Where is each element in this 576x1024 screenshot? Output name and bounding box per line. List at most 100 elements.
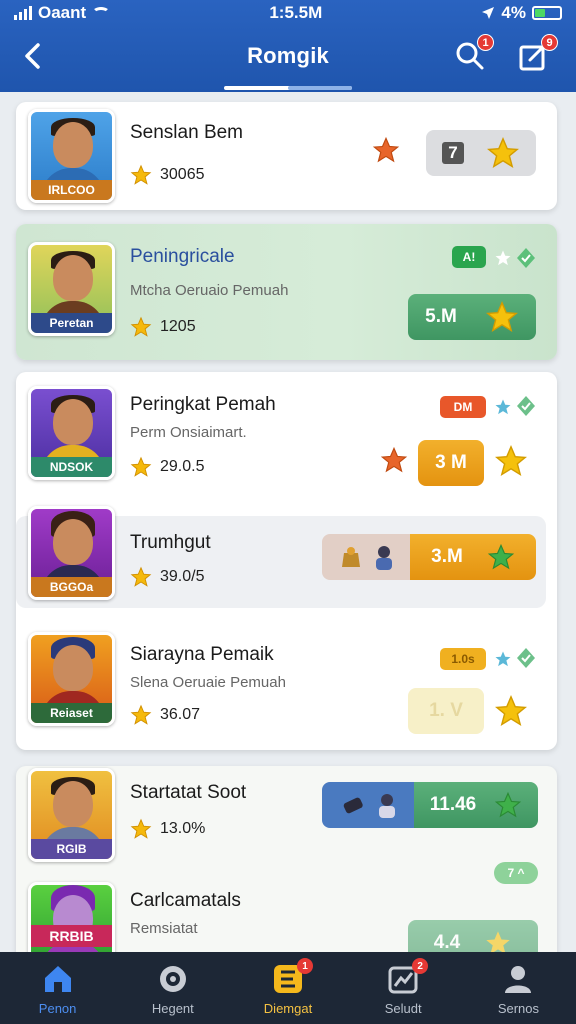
search-button[interactable]: 1 — [452, 34, 494, 74]
nav-badge: 1 — [297, 958, 313, 974]
star-icon — [495, 695, 527, 726]
score-value: 1. V — [429, 700, 463, 721]
score-button[interactable]: 5.M — [408, 294, 536, 340]
shield-icon — [517, 648, 535, 668]
score-value: 4.4 — [433, 932, 461, 952]
nav-badge: 2 — [412, 958, 429, 974]
score-value: 7 — [442, 142, 464, 164]
wifi-icon — [92, 7, 111, 19]
avatar: RGIB — [28, 768, 115, 862]
score-button[interactable]: 11.46 — [414, 782, 538, 828]
rank-tag: 1.0s — [440, 648, 486, 670]
ranking-group: NDSOK Peringkat Pemah Perm Onsiaimart. 2… — [16, 372, 557, 750]
carrier-label: Oaant — [38, 3, 87, 22]
shield-icon — [517, 248, 535, 268]
home-icon — [44, 966, 71, 992]
star-icon — [495, 445, 527, 476]
list-item[interactable]: NDSOK Peringkat Pemah Perm Onsiaimart. 2… — [16, 372, 557, 496]
rank-tag: DM — [440, 396, 486, 418]
rating-value: 30065 — [160, 166, 205, 183]
score-button[interactable]: 3.M — [410, 534, 536, 580]
rating-value: 36.07 — [160, 706, 201, 723]
list-item[interactable]: Reiaset Siarayna Pemaik Slena Oeruaie Pe… — [16, 622, 557, 750]
score-value: 11.46 — [429, 794, 477, 815]
rating-value: 13.0% — [160, 820, 206, 837]
avatar-tag: RRBIB — [31, 925, 112, 947]
star-icon — [485, 301, 518, 332]
status-bar: Oaant 1:5.5M 4% — [0, 0, 576, 26]
list-item[interactable]: RRBIB Carlcamatals Remsiatat 4.4 — [16, 882, 557, 952]
list-item[interactable]: IRLCOO Senslan Bem 30065 7 — [16, 102, 557, 210]
nav-home[interactable]: Penon — [0, 952, 115, 1024]
edit-badge: 9 — [541, 34, 558, 51]
score-button[interactable]: 1. V — [408, 688, 484, 734]
signal-icon — [14, 6, 32, 20]
star-icon — [372, 136, 400, 163]
list-item[interactable]: BGGOa Trumhgut 39.0/5 3.M — [16, 506, 546, 608]
reward-preview — [322, 782, 418, 828]
avatar: IRLCOO — [28, 109, 115, 203]
score-button[interactable]: 4.4 — [408, 920, 538, 952]
app-header: Oaant 1:5.5M 4% Romgik 1 9 — [0, 0, 576, 92]
star-icon — [130, 164, 152, 185]
nav-ranking[interactable]: 1 Diemgat — [230, 952, 345, 1024]
tab-indicator-secondary — [288, 86, 352, 90]
item-title: Trumhgut — [130, 532, 211, 553]
battery-icon — [532, 6, 562, 20]
list-item[interactable]: Peretan Peningricale Mtcha Oeruaio Pemua… — [16, 224, 557, 360]
search-badge: 1 — [477, 34, 494, 51]
avatar-tag: NDSOK — [31, 457, 112, 477]
nav-target[interactable]: Hegent — [115, 952, 230, 1024]
rank-tag: 7 ^ — [494, 862, 538, 884]
list-item[interactable]: RGIB Startatat Soot 13.0% 11.46 — [16, 766, 557, 874]
item-title: Siarayna Pemaik — [130, 644, 274, 665]
rating-value: 39.0/5 — [160, 568, 205, 585]
star-icon — [495, 791, 522, 818]
score-button[interactable]: 7 — [426, 130, 536, 176]
score-button[interactable]: 3 M — [418, 440, 484, 486]
reward-preview — [322, 534, 414, 580]
star-icon — [130, 704, 152, 725]
rating: 13.0% — [130, 818, 205, 840]
small-star-icon — [495, 250, 511, 266]
ranking-group: RGIB Startatat Soot 13.0% 11.46 7 ^ RRBI… — [16, 766, 557, 952]
shield-icon — [517, 396, 535, 416]
nav-stats[interactable]: 2 Seludt — [346, 952, 461, 1024]
status-time: 1:5.5M — [269, 3, 323, 22]
star-icon — [487, 543, 515, 570]
location-icon — [482, 7, 495, 19]
small-star-icon — [495, 399, 511, 415]
star-icon — [486, 931, 510, 952]
star-icon — [130, 316, 152, 337]
page-title: Romgik — [247, 43, 329, 68]
star-icon — [130, 456, 152, 477]
star-icon — [380, 446, 408, 473]
rank-tag: A! — [452, 246, 486, 268]
edit-button[interactable]: 9 — [516, 34, 558, 74]
back-button[interactable] — [16, 38, 52, 74]
avatar: BGGOa — [28, 506, 115, 600]
avatar: NDSOK — [28, 386, 115, 480]
item-title: Startatat Soot — [130, 782, 247, 803]
item-title: Carlcamatals — [130, 890, 241, 911]
avatar: RRBIB — [28, 882, 115, 952]
bag-icon — [342, 547, 360, 567]
nav-label: Diemgat — [263, 1001, 313, 1016]
avatar-tag: BGGOa — [31, 577, 112, 597]
item-title: Senslan Bem — [130, 122, 244, 143]
nav-label: Hegent — [151, 1001, 194, 1016]
character-icon — [376, 546, 392, 570]
nav-profile[interactable]: Sernos — [461, 952, 576, 1024]
star-icon — [130, 818, 152, 839]
nav-label: Seludt — [384, 1001, 422, 1016]
item-title: Peringkat Pemah — [130, 394, 276, 415]
avatar-tag: Reiaset — [31, 703, 112, 723]
rating-value: 29.0.5 — [160, 458, 205, 475]
avatar: Reiaset — [28, 632, 115, 726]
target-icon — [159, 966, 186, 992]
ranking-list[interactable]: IRLCOO Senslan Bem 30065 7 Peretan Penin… — [0, 92, 576, 952]
rating: 29.0.5 — [130, 456, 204, 478]
avatar-tag: IRLCOO — [31, 180, 112, 200]
character-icon — [379, 794, 395, 818]
nav-label: Sernos — [497, 1001, 540, 1016]
